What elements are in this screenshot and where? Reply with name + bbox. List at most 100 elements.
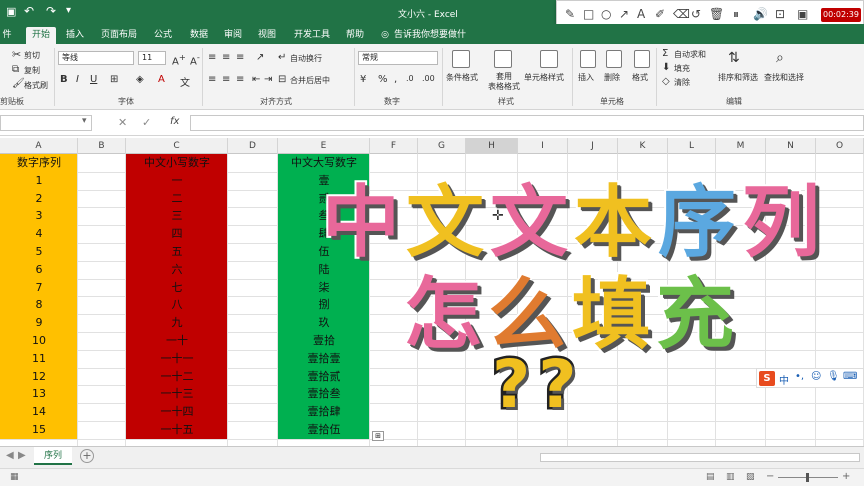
tab-data[interactable]: 数据 [186,27,212,44]
italic-icon[interactable]: I [76,74,79,85]
tab-help[interactable]: 帮助 [342,27,368,44]
zoom-in-icon[interactable]: + [842,471,850,482]
cell-a[interactable]: 9 [0,314,78,332]
volume-icon[interactable]: 🔊 [753,7,768,21]
column-header-i[interactable]: I [518,138,568,154]
column-header-l[interactable]: L [668,138,716,154]
add-sheet-icon[interactable]: + [80,449,94,463]
scroll-tabs-left-icon[interactable]: ◀ [6,450,14,461]
border-icon[interactable]: ⊞ [110,74,118,85]
insert-function-icon[interactable]: fx [170,116,179,127]
tab-file[interactable]: 件 [0,27,14,44]
decrease-indent-icon[interactable]: ⇤ [252,74,260,85]
bold-icon[interactable]: B [60,74,68,85]
cell-e[interactable]: 捌 [278,296,370,314]
tab-developer[interactable]: 开发工具 [290,27,334,44]
cell-e[interactable]: 壹拾壹 [278,350,370,368]
ime-emoji-icon[interactable]: ☺ [811,371,821,382]
phonetic-icon[interactable]: 文 [180,74,190,89]
font-name-combo[interactable]: 等线 [58,51,134,65]
pause-icon[interactable]: ⏸ [733,7,739,22]
cancel-icon[interactable]: ✕ [118,116,127,129]
scroll-tabs-right-icon[interactable]: ▶ [18,450,26,461]
camera-icon[interactable]: ⊡ [775,7,785,21]
customize-qat-icon[interactable]: ▾ [66,5,71,16]
cell-c[interactable]: 七 [126,279,228,297]
header-cell-c[interactable]: 中文小写数字 [126,154,228,172]
delete-cells-button[interactable]: 删除 [604,72,620,83]
ime-voice-icon[interactable]: 🎙 [827,371,840,382]
orientation-icon[interactable]: ↗ [256,52,264,63]
rectangle-icon[interactable]: □ [583,7,594,21]
column-header-a[interactable]: A [0,138,78,154]
cell-e[interactable]: 壹拾肆 [278,403,370,421]
comma-icon[interactable]: , [394,74,397,85]
conditional-format-button[interactable]: 条件格式 [446,72,478,83]
format-cells-button[interactable]: 格式 [632,72,648,83]
cell-a[interactable]: 8 [0,296,78,314]
cell-c[interactable]: 一十一 [126,350,228,368]
column-header-e[interactable]: E [278,138,370,154]
header-cell-a[interactable]: 数字序列 [0,154,78,172]
find-select-button[interactable]: 查找和选择 [764,72,804,83]
eraser-icon[interactable]: ⌫ [673,7,690,21]
marker-icon[interactable]: ✐ [655,7,665,21]
cell-e[interactable]: 壹拾贰 [278,368,370,386]
ime-logo-icon[interactable]: S [759,371,775,386]
tab-view[interactable]: 视图 [254,27,280,44]
font-color-icon[interactable]: A [158,74,165,85]
align-center-icon[interactable]: ≡ [222,74,230,85]
cell-c[interactable]: 五 [126,243,228,261]
cell-a[interactable]: 2 [0,190,78,208]
sheet-tab[interactable]: 序列 [34,447,72,465]
merge-center-button[interactable]: 合并后居中 [290,75,330,86]
cut-button[interactable]: 剪切 [24,50,40,61]
cell-c[interactable]: 一 [126,172,228,190]
tab-insert[interactable]: 插入 [62,27,88,44]
cell-a[interactable]: 1 [0,172,78,190]
wrap-text-button[interactable]: 自动换行 [290,53,322,64]
tab-review[interactable]: 审阅 [220,27,246,44]
increase-indent-icon[interactable]: ⇥ [264,74,272,85]
arrow-icon[interactable]: ↗ [619,7,629,21]
cell-a[interactable]: 3 [0,207,78,225]
cell-a[interactable]: 13 [0,385,78,403]
cell-e[interactable]: 壹拾伍 [278,421,370,439]
format-as-table-button[interactable]: 套用 表格格式 [488,72,520,92]
cell-a[interactable]: 7 [0,279,78,297]
cell-c[interactable]: 一十五 [126,421,228,439]
cell-c[interactable]: 三 [126,207,228,225]
cell-c[interactable]: 九 [126,314,228,332]
autosum-button[interactable]: 自动求和 [674,49,706,60]
column-header-o[interactable]: O [816,138,864,154]
cell-a[interactable]: 10 [0,332,78,350]
cell-c[interactable]: 八 [126,296,228,314]
tab-formulas[interactable]: 公式 [150,27,176,44]
cell-styles-button[interactable]: 单元格样式 [524,72,564,83]
name-box-dropdown-icon[interactable]: ▾ [82,116,87,126]
fill-color-icon[interactable]: ◈ [136,74,144,85]
column-header-n[interactable]: N [766,138,816,154]
clear-button[interactable]: 清除 [674,77,690,88]
underline-icon[interactable]: U [90,74,97,85]
number-format-combo[interactable]: 常规 [358,51,438,65]
sort-filter-button[interactable]: 排序和筛选 [718,72,758,83]
cell-e[interactable]: 柒 [278,279,370,297]
ime-punct-icon[interactable]: •, [795,371,804,382]
column-header-k[interactable]: K [618,138,668,154]
cell-a[interactable]: 14 [0,403,78,421]
enter-icon[interactable]: ✓ [142,116,151,129]
fill-button[interactable]: 填充 [674,63,690,74]
formula-input[interactable] [190,115,864,131]
page-break-view-icon[interactable]: ▧ [746,472,755,482]
column-header-d[interactable]: D [228,138,278,154]
undo-icon[interactable]: ↶ [24,4,34,18]
cell-a[interactable]: 11 [0,350,78,368]
cell-e[interactable]: 玖 [278,314,370,332]
cell-c[interactable]: 六 [126,261,228,279]
tab-home[interactable]: 开始 [26,27,56,44]
align-bottom-icon[interactable]: ≡ [236,52,244,63]
cell-c[interactable]: 一十三 [126,385,228,403]
delete-icon[interactable]: 🗑 [709,7,724,21]
tab-page-layout[interactable]: 页面布局 [96,27,142,44]
